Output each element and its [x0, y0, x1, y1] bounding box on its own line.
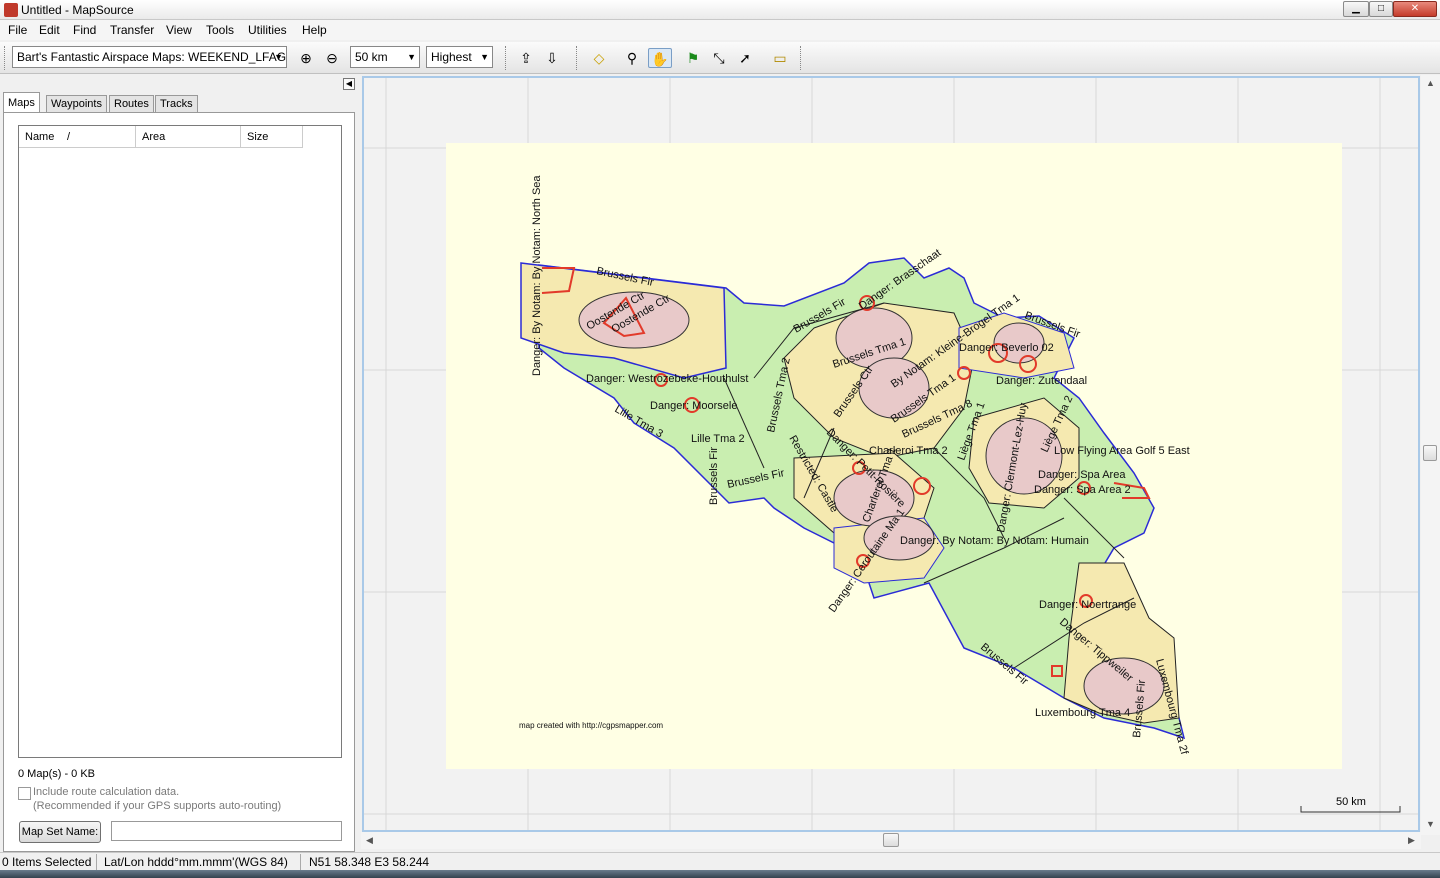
tab-tracks[interactable]: Tracks	[155, 95, 198, 113]
label-charleroi-tma-2: Charleroi Tma 2	[869, 445, 948, 457]
scale-label: 50 km	[1336, 796, 1366, 808]
status-divider	[96, 854, 97, 870]
toolbar-grip[interactable]	[505, 46, 508, 70]
minimize-button[interactable]: ▁	[1343, 1, 1369, 17]
scroll-left-icon[interactable]: ◀	[366, 835, 373, 846]
label-beverlo: Danger: Beverlo 02	[959, 342, 1054, 354]
column-header-size[interactable]: Size	[241, 126, 303, 148]
window-title: Untitled - MapSource	[21, 3, 134, 17]
column-name-label: Name	[25, 131, 55, 143]
status-coordinates: N51 58.348 E3 58.244	[309, 855, 430, 869]
vertical-scroll-thumb[interactable]	[1423, 445, 1437, 461]
hand-tool-icon[interactable]: ✋	[648, 48, 672, 68]
route-tool-icon[interactable]: ⤡	[709, 48, 729, 68]
maps-summary: 0 Map(s) - 0 KB	[18, 768, 96, 780]
label-luxembourg-tma-4: Luxembourg Tma 4	[1035, 707, 1130, 719]
chevron-down-icon: ▼	[407, 52, 416, 62]
map-horizontal-scrollbar[interactable]: ◀ ▶	[361, 832, 1421, 849]
scroll-up-icon[interactable]: ▲	[1426, 78, 1435, 88]
menu-transfer[interactable]: Transfer	[110, 23, 154, 37]
selection-tool-icon[interactable]: ➚	[735, 48, 755, 68]
menu-edit[interactable]: Edit	[39, 23, 60, 37]
menu-help[interactable]: Help	[302, 23, 327, 37]
include-route-hint: (Recommended if your GPS supports auto-r…	[33, 800, 282, 812]
waypoint-tool-icon[interactable]: ⚑	[683, 48, 703, 68]
product-select-value: Bart's Fantastic Airspace Maps: WEEKEND_…	[17, 50, 287, 64]
tab-maps[interactable]: Maps	[3, 92, 40, 114]
measure-tool-icon[interactable]: ▭	[767, 48, 793, 68]
product-select[interactable]: Bart's Fantastic Airspace Maps: WEEKEND_…	[12, 46, 287, 68]
label-moorsele: Danger: Moorsele	[650, 400, 737, 412]
send-to-device-icon[interactable]: ⇩	[542, 48, 562, 68]
map-vertical-scrollbar[interactable]: ▲ ▼	[1421, 75, 1440, 835]
label-spa-area: Danger: Spa Area	[1038, 469, 1126, 481]
scale-bar: 50 km	[1300, 796, 1401, 813]
maps-tab-panel: Name / Area Size 0 Map(s) - 0 KB Include…	[3, 112, 355, 852]
label-brussels-fir-2: Brussels Fir	[708, 447, 720, 505]
menu-view[interactable]: View	[166, 23, 192, 37]
menu-find[interactable]: Find	[73, 23, 96, 37]
menu-bar: File Edit Find Transfer View Tools Utili…	[0, 20, 1440, 40]
map-view[interactable]: Danger: By Notam: By Notam: North Sea Br…	[362, 76, 1420, 832]
map-canvas[interactable]: Danger: By Notam: By Notam: North Sea Br…	[364, 78, 1418, 830]
label-zutendaal: Danger: Zutendaal	[996, 375, 1087, 387]
label-low-flying: Low Flying Area Golf 5 East	[1054, 445, 1190, 457]
label-spa-area-2: Danger: Spa Area 2	[1034, 484, 1131, 496]
taskbar	[0, 870, 1440, 878]
status-format: Lat/Lon hddd°mm.mmm'(WGS 84)	[104, 855, 288, 869]
scroll-right-icon[interactable]: ▶	[1408, 835, 1415, 846]
toolbar-grip[interactable]	[800, 46, 803, 70]
app-icon	[4, 3, 18, 17]
label-lille-tma-2: Lille Tma 2	[691, 433, 745, 445]
map-set-name-button[interactable]: Map Set Name:	[19, 821, 101, 843]
map-set-name-input[interactable]	[111, 821, 342, 841]
left-pane: ◀ Maps Waypoints Routes Tracks Name / Ar…	[0, 75, 358, 852]
label-noertrange: Danger: Noertrange	[1039, 599, 1136, 611]
chevron-down-icon: ▼	[480, 52, 489, 62]
zoom-select[interactable]: 50 km ▼	[350, 46, 420, 68]
label-humain: Danger: By Notam: By Notam: Humain	[900, 535, 1089, 547]
include-route-label: Include route calculation data.	[33, 786, 180, 798]
toolbar: Bart's Fantastic Airspace Maps: WEEKEND_…	[0, 42, 1440, 74]
map-tool-icon[interactable]: ◇	[589, 48, 609, 68]
column-header-name[interactable]: Name /	[19, 126, 136, 148]
label-westrozebeke: Danger: Westrozebeke-Houthulst	[586, 373, 748, 385]
chevron-down-icon: ▼	[274, 52, 283, 62]
menu-tools[interactable]: Tools	[206, 23, 234, 37]
zoom-out-icon[interactable]: ⊖	[322, 48, 342, 68]
collapse-pane-button[interactable]: ◀	[343, 78, 355, 90]
zoom-tool-icon[interactable]: ⚲	[622, 48, 642, 68]
tab-routes[interactable]: Routes	[109, 95, 154, 113]
scroll-down-icon[interactable]: ▼	[1426, 819, 1435, 829]
zoom-in-icon[interactable]: ⊕	[296, 48, 316, 68]
zoom-select-value: 50 km	[355, 50, 388, 64]
status-selection: 0 Items Selected	[2, 855, 92, 869]
menu-utilities[interactable]: Utilities	[248, 23, 287, 37]
toolbar-grip[interactable]	[4, 46, 7, 70]
maximize-button[interactable]: □	[1369, 1, 1393, 17]
menu-file[interactable]: File	[8, 23, 27, 37]
detail-select-value: Highest	[431, 50, 472, 64]
title-bar: Untitled - MapSource ▁ □ ✕	[0, 0, 1440, 20]
horizontal-scroll-thumb[interactable]	[883, 833, 899, 847]
label-north-sea: Danger: By Notam: By Notam: North Sea	[531, 175, 543, 376]
status-divider	[300, 854, 301, 870]
toolbar-grip[interactable]	[576, 46, 579, 70]
column-header-area[interactable]: Area	[136, 126, 241, 148]
detail-select[interactable]: Highest ▼	[426, 46, 493, 68]
sort-indicator: /	[67, 131, 71, 143]
include-route-checkbox[interactable]	[18, 787, 31, 800]
map-window: Danger: By Notam: By Notam: North Sea Br…	[361, 75, 1440, 852]
status-bar: 0 Items Selected Lat/Lon hddd°mm.mmm'(WG…	[0, 852, 1440, 870]
label-credit: map created with http://cgpsmapper.com	[519, 721, 663, 730]
close-button[interactable]: ✕	[1393, 1, 1437, 17]
receive-from-device-icon[interactable]: ⇪	[516, 48, 536, 68]
tab-waypoints[interactable]: Waypoints	[46, 95, 107, 113]
maps-list[interactable]: Name / Area Size	[18, 125, 342, 758]
